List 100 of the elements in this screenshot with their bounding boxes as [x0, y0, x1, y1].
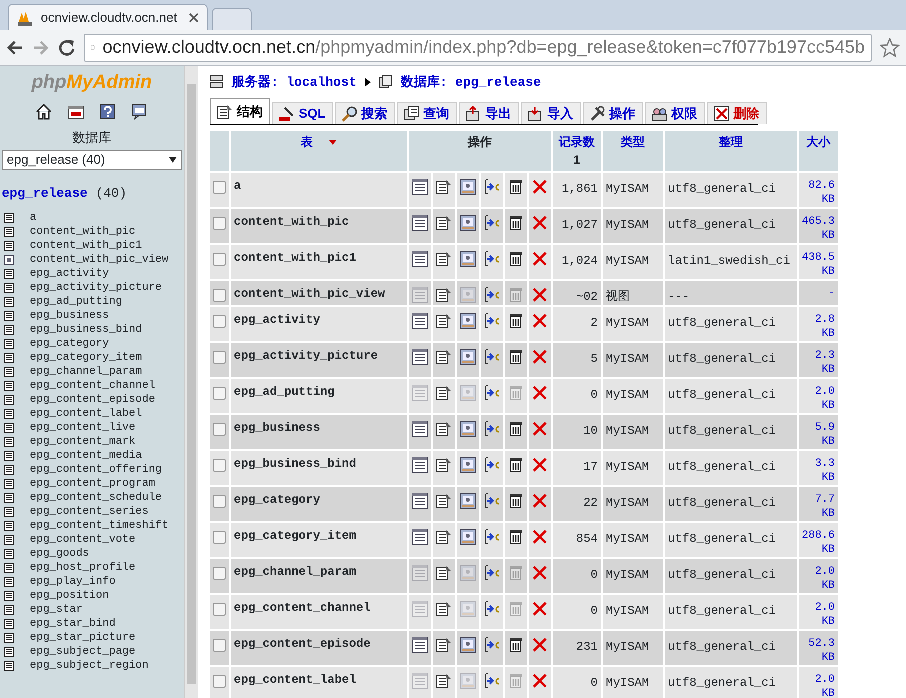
close-icon[interactable]	[532, 179, 548, 195]
trash-icon[interactable]	[508, 457, 524, 473]
table-size[interactable]: 2.0	[815, 385, 836, 399]
insert-row-icon[interactable]	[484, 529, 500, 545]
table-icon[interactable]	[4, 450, 14, 460]
close-icon[interactable]	[532, 287, 548, 303]
table-link[interactable]: epg_content_offering	[30, 462, 162, 476]
close-icon[interactable]	[532, 673, 548, 689]
checkbox[interactable]	[213, 387, 226, 400]
table-link[interactable]: epg_goods	[30, 546, 90, 560]
insert-row-icon[interactable]	[484, 565, 500, 581]
structure-icon[interactable]	[436, 493, 452, 509]
browse-icon[interactable]	[412, 493, 428, 509]
close-icon[interactable]	[532, 251, 548, 267]
table-size[interactable]: 82.6	[808, 179, 836, 193]
table-link[interactable]: epg_host_profile	[30, 560, 136, 574]
checkbox[interactable]	[213, 315, 226, 328]
table-link[interactable]: epg_content_schedule	[30, 490, 162, 504]
tab[interactable]: 操作	[582, 102, 643, 124]
tab[interactable]: 删除	[706, 102, 767, 124]
table-icon[interactable]	[4, 436, 14, 446]
table-link[interactable]: epg_ad_putting	[30, 294, 122, 308]
table-icon[interactable]	[4, 604, 14, 614]
checkbox[interactable]	[213, 217, 226, 230]
insert-row-icon[interactable]	[484, 493, 500, 509]
insert-row-icon[interactable]	[484, 349, 500, 365]
table-size[interactable]: -	[828, 287, 836, 301]
trash-icon[interactable]	[508, 529, 524, 545]
table-icon[interactable]	[4, 282, 14, 292]
checkbox[interactable]	[213, 639, 226, 652]
insert-row-icon[interactable]	[484, 385, 500, 401]
browse-icon[interactable]	[412, 251, 428, 267]
table-icon[interactable]	[4, 660, 14, 670]
table-size[interactable]: 2.0	[815, 565, 836, 579]
checkbox[interactable]	[213, 531, 226, 544]
checkbox[interactable]	[213, 181, 226, 194]
table-icon[interactable]	[4, 240, 14, 250]
table-size[interactable]: 2.0	[815, 601, 836, 615]
insert-row-icon[interactable]	[484, 457, 500, 473]
table-icon[interactable]	[4, 324, 14, 334]
table-icon[interactable]	[4, 268, 14, 278]
structure-icon[interactable]	[436, 349, 452, 365]
table-icon[interactable]	[4, 310, 14, 320]
checkbox[interactable]	[213, 289, 226, 302]
checkbox[interactable]	[213, 567, 226, 580]
table-link[interactable]: epg_activity_picture	[30, 280, 162, 294]
table-icon[interactable]	[4, 534, 14, 544]
tab[interactable]: 结构	[210, 98, 270, 124]
reload-icon[interactable]	[58, 38, 76, 56]
table-icon[interactable]	[4, 296, 14, 306]
table-icon[interactable]	[4, 394, 14, 404]
address-field[interactable]: ocnview.cloudtv.ocn.net.cn/phpmyadmin/index.php?db=epg_release&token=c7f077b197cc545b	[84, 34, 872, 62]
checkbox[interactable]	[213, 351, 226, 364]
table-link[interactable]: epg_content_series	[30, 504, 149, 518]
trash-icon[interactable]	[508, 349, 524, 365]
table-icon[interactable]	[4, 352, 14, 362]
table-link[interactable]: epg_business	[30, 308, 110, 322]
table-link[interactable]: epg_play_info	[30, 574, 116, 588]
table-icon[interactable]	[4, 576, 14, 586]
close-icon[interactable]	[532, 457, 548, 473]
browse-icon[interactable]	[412, 349, 428, 365]
structure-icon[interactable]	[436, 673, 452, 689]
close-icon[interactable]	[189, 12, 199, 22]
structure-icon[interactable]	[436, 457, 452, 473]
table-icon[interactable]	[4, 590, 14, 600]
structure-icon[interactable]	[436, 601, 452, 617]
table-link[interactable]: content_with_pic1	[30, 238, 142, 252]
browse-icon[interactable]	[412, 179, 428, 195]
table-icon[interactable]	[4, 632, 14, 642]
table-icon[interactable]	[4, 380, 14, 390]
column-header[interactable]: 记录数	[559, 133, 595, 151]
insert-row-icon[interactable]	[484, 313, 500, 329]
close-icon[interactable]	[532, 565, 548, 581]
browse-icon[interactable]	[412, 457, 428, 473]
structure-icon[interactable]	[436, 565, 452, 581]
table-size[interactable]: 438.5	[802, 251, 836, 265]
insert-row-icon[interactable]	[484, 251, 500, 267]
column-header[interactable]: 整理	[719, 133, 743, 151]
structure-icon[interactable]	[436, 313, 452, 329]
browse-icon[interactable]	[412, 529, 428, 545]
database-link[interactable]: epg_release	[2, 186, 88, 200]
table-link[interactable]: epg_content_media	[30, 448, 142, 462]
insert-row-icon[interactable]	[484, 179, 500, 195]
database-select[interactable]: epg_release (40)	[2, 150, 182, 170]
close-icon[interactable]	[532, 215, 548, 231]
trash-icon[interactable]	[508, 493, 524, 509]
column-header[interactable]: 类型	[621, 133, 645, 151]
trash-icon[interactable]	[508, 251, 524, 267]
table-link[interactable]: epg_channel_param	[30, 364, 142, 378]
structure-icon[interactable]	[436, 421, 452, 437]
browse-icon[interactable]	[412, 637, 428, 653]
table-size[interactable]: 7.7	[815, 493, 836, 507]
browse-icon[interactable]	[412, 313, 428, 329]
close-icon[interactable]	[532, 637, 548, 653]
table-link[interactable]: epg_category	[30, 336, 110, 350]
table-link[interactable]: epg_content_live	[30, 420, 136, 434]
tab[interactable]: 查询	[396, 102, 457, 124]
structure-icon[interactable]	[436, 529, 452, 545]
close-icon[interactable]	[532, 385, 548, 401]
table-link[interactable]: epg_content_vote	[30, 532, 136, 546]
